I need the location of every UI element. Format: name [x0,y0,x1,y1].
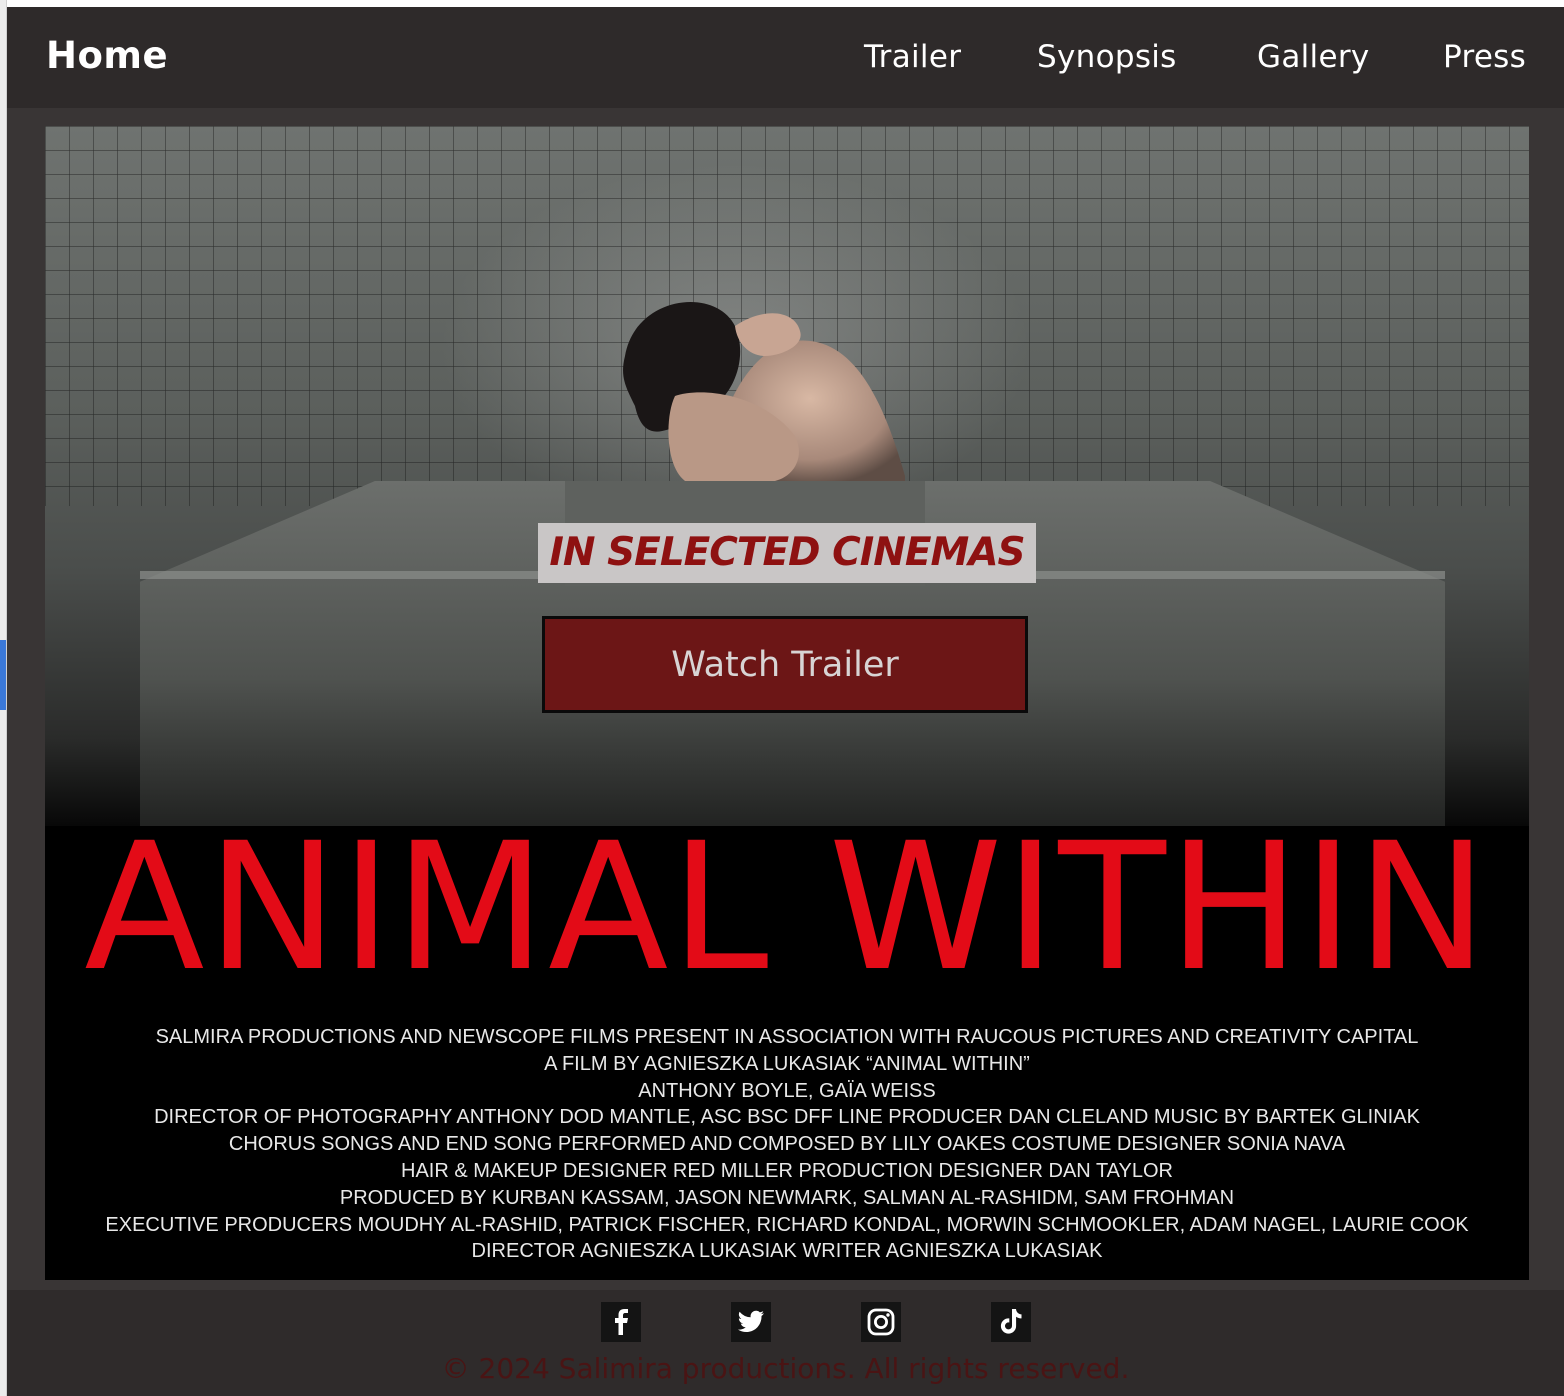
facebook-icon[interactable] [601,1302,641,1342]
nav-home-link[interactable]: Home [46,34,168,77]
credits-line: HAIR & MAKEUP DESIGNER RED MILLER PRODUC… [401,1159,1173,1182]
credits-line: DIRECTOR OF PHOTOGRAPHY ANTHONY DOD MANT… [154,1106,1420,1129]
nav-link-gallery[interactable]: Gallery [1257,39,1370,75]
nav-link-trailer[interactable]: Trailer [864,39,961,75]
watch-trailer-button[interactable]: Watch Trailer [542,616,1028,713]
navbar: Home Trailer Synopsis Gallery Press [7,7,1564,108]
release-tagline: IN SELECTED CINEMAS [538,523,1036,583]
page: Home Trailer Synopsis Gallery Press IN S… [7,7,1564,1396]
credits-line: PRODUCED BY KURBAN KASSAM, JASON NEWMARK… [339,1186,1235,1209]
copyright-text: © 2024 Salimira productions. All rights … [441,1352,1130,1385]
tiktok-icon[interactable] [991,1302,1031,1342]
poster-photo [45,126,1529,846]
hero-poster: IN SELECTED CINEMAS Watch Trailer ANIMAL… [45,126,1529,1280]
credits-line: CHORUS SONGS AND END SONG PERFORMED AND … [228,1133,1346,1156]
nav-link-press[interactable]: Press [1443,39,1526,75]
instagram-icon[interactable] [861,1302,901,1342]
poster-credits: SALMIRA PRODUCTIONS AND NEWSCOPE FILMS P… [45,1024,1529,1265]
credits-line: DIRECTOR AGNIESZKA LUKASIAK WRITER AGNIE… [471,1240,1103,1263]
footer: © 2024 Salimira productions. All rights … [7,1290,1564,1396]
credits-line: SALMIRA PRODUCTIONS AND NEWSCOPE FILMS P… [155,1026,1419,1048]
nav-link-synopsis[interactable]: Synopsis [1037,39,1177,75]
twitter-icon[interactable] [731,1302,771,1342]
credits-line: ANTHONY BOYLE, GAÏA WEISS [638,1079,936,1102]
credits-line: A FILM BY AGNIESZKA LUKASIAK “ANIMAL WIT… [544,1052,1030,1075]
film-title: ANIMAL WITHIN [84,805,1490,1010]
background-window-edge [0,0,7,1396]
background-window-accent [0,640,6,710]
credits-line: EXECUTIVE PRODUCERS MOUDHY AL-RASHID, PA… [105,1213,1469,1236]
